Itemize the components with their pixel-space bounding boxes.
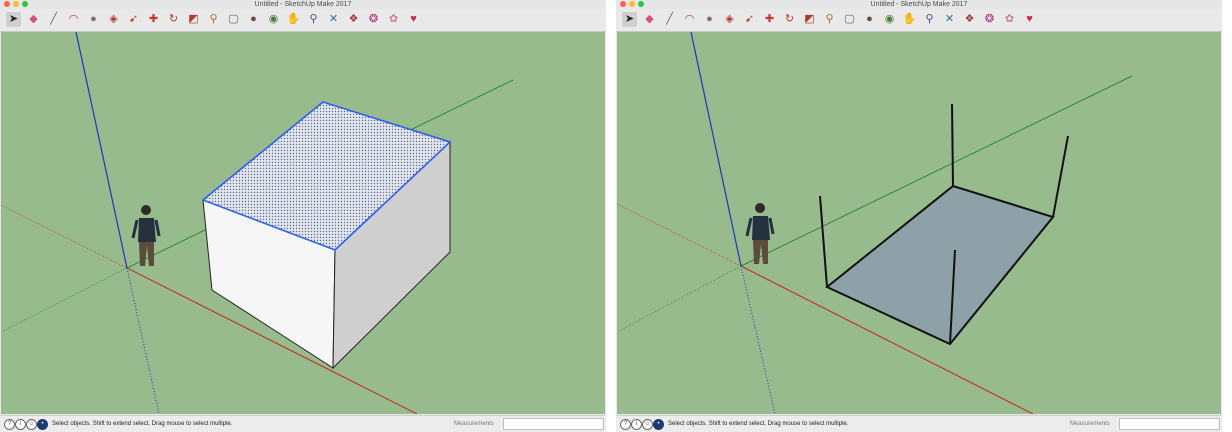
rotate-tool-icon[interactable]: ↻	[782, 12, 797, 27]
follow-me-tool-icon[interactable]: ➹	[126, 12, 141, 27]
text-tool-icon[interactable]: ▢	[226, 12, 241, 27]
geolocation-icon[interactable]: ?	[4, 419, 15, 430]
zoom-extents-tool-icon[interactable]: ✕	[326, 12, 341, 27]
user-icon[interactable]: ☺	[642, 419, 653, 430]
ruby-tool-icon[interactable]: ♥	[406, 12, 421, 27]
blue-axis	[75, 32, 128, 269]
arc-tool-icon[interactable]: ◠	[66, 12, 81, 27]
credits-icon[interactable]: i	[15, 419, 26, 430]
pan-tool-icon[interactable]: ✋	[902, 12, 917, 27]
layout-tool-icon[interactable]: ✿	[386, 12, 401, 27]
pencil-line-tool-icon[interactable]: ╱	[46, 12, 61, 27]
measurements-label: Measurements	[1070, 421, 1110, 427]
title-bar: Untitled - SketchUp Make 2017	[0, 0, 606, 9]
eraser-tool-icon[interactable]: ◆	[26, 12, 41, 27]
warehouse-tool-icon[interactable]: ❖	[962, 12, 977, 27]
paint-bucket-tool-icon[interactable]: ●	[246, 12, 261, 27]
red-axis-dotted	[1, 204, 128, 269]
window-title: Untitled - SketchUp Make 2017	[254, 1, 352, 8]
scene-drawing	[1, 32, 514, 414]
blue-axis-dotted	[740, 265, 776, 414]
toolbar: ➤ ◆ ╱ ◠ ● ◈ ➹ ✚ ↻ ◩ ⚲ ▢ ● ◉ ✋ ⚲ ✕ ❖ ❂ ✿ ♥	[0, 9, 606, 32]
orbit-tool-icon[interactable]: ◉	[266, 12, 281, 27]
arc-tool-icon[interactable]: ◠	[682, 12, 697, 27]
follow-me-tool-icon[interactable]: ➹	[742, 12, 757, 27]
model-viewport[interactable]	[1, 32, 605, 414]
tape-measure-tool-icon[interactable]: ⚲	[822, 12, 837, 27]
red-axis-dotted	[617, 203, 742, 267]
human-figure	[131, 205, 161, 266]
status-message: Select objects. Shift to extend select. …	[668, 421, 849, 427]
layout-tool-icon[interactable]: ✿	[1002, 12, 1017, 27]
vertical-edge-right[interactable]	[1052, 135, 1069, 218]
sketchup-window-right: Untitled - SketchUp Make 2017 ➤ ◆ ╱ ◠ ● ◈ ➹ ✚ ↻ ◩…	[616, 0, 1222, 432]
base-face[interactable]	[825, 184, 1055, 346]
green-axis-dotted	[617, 265, 742, 333]
move-tool-icon[interactable]: ✚	[146, 12, 161, 27]
credits-icon[interactable]: i	[631, 419, 642, 430]
geolocation-icon[interactable]: ?	[620, 419, 631, 430]
sketchup-window-left: Untitled - SketchUp Make 2017 ➤ ◆ ╱ ◠ ● ◈ ➹ ✚ ↻ ◩…	[0, 0, 606, 432]
move-tool-icon[interactable]: ✚	[762, 12, 777, 27]
shapes-tool-icon[interactable]: ●	[702, 12, 717, 27]
toolbar: ➤ ◆ ╱ ◠ ● ◈ ➹ ✚ ↻ ◩ ⚲ ▢ ● ◉ ✋ ⚲ ✕ ❖ ❂ ✿ ♥	[616, 9, 1222, 32]
tape-measure-tool-icon[interactable]: ⚲	[206, 12, 221, 27]
paint-bucket-tool-icon[interactable]: ●	[862, 12, 877, 27]
push-pull-tool-icon[interactable]: ◈	[722, 12, 737, 27]
scale-tool-icon[interactable]: ◩	[802, 12, 817, 27]
blue-axis-dotted	[126, 267, 160, 414]
scale-tool-icon[interactable]: ◩	[186, 12, 201, 27]
status-bar: Select objects. Shift to extend select. …	[616, 415, 1222, 432]
model-viewport[interactable]	[617, 32, 1221, 414]
warehouse-tool-icon[interactable]: ❖	[346, 12, 361, 27]
eraser-tool-icon[interactable]: ◆	[642, 12, 657, 27]
scene-drawing	[617, 32, 1133, 414]
vertical-edge-back[interactable]	[951, 103, 954, 187]
orbit-tool-icon[interactable]: ◉	[882, 12, 897, 27]
pencil-line-tool-icon[interactable]: ╱	[662, 12, 677, 27]
blue-axis	[690, 32, 742, 267]
extension-warehouse-tool-icon[interactable]: ❂	[982, 12, 997, 27]
sketchup-info-icon[interactable]: •	[653, 419, 664, 430]
ruby-tool-icon[interactable]: ♥	[1022, 12, 1037, 27]
zoom-tool-icon[interactable]: ⚲	[306, 12, 321, 27]
measurements-label: Measurements	[454, 421, 494, 427]
extension-warehouse-tool-icon[interactable]: ❂	[366, 12, 381, 27]
zoom-extents-tool-icon[interactable]: ✕	[942, 12, 957, 27]
green-axis-dotted	[1, 267, 128, 333]
user-icon[interactable]: ☺	[26, 419, 37, 430]
base-rectangle-model[interactable]	[819, 103, 1069, 346]
status-message: Select objects. Shift to extend select. …	[52, 421, 233, 427]
window-title: Untitled - SketchUp Make 2017	[870, 1, 968, 8]
push-pull-tool-icon[interactable]: ◈	[106, 12, 121, 27]
measurements-input[interactable]	[1119, 418, 1220, 430]
human-figure	[745, 203, 775, 264]
sketchup-info-icon[interactable]: •	[37, 419, 48, 430]
rotate-tool-icon[interactable]: ↻	[166, 12, 181, 27]
zoom-tool-icon[interactable]: ⚲	[922, 12, 937, 27]
pan-tool-icon[interactable]: ✋	[286, 12, 301, 27]
measurements-input[interactable]	[503, 418, 604, 430]
text-tool-icon[interactable]: ▢	[842, 12, 857, 27]
shapes-tool-icon[interactable]: ●	[86, 12, 101, 27]
select-tool-icon[interactable]: ➤	[6, 12, 21, 27]
status-bar: Select objects. Shift to extend select. …	[0, 415, 606, 432]
title-bar: Untitled - SketchUp Make 2017	[616, 0, 1222, 9]
vertical-edge-left[interactable]	[819, 195, 828, 288]
box-model[interactable]	[201, 101, 452, 370]
select-tool-icon[interactable]: ➤	[622, 12, 637, 27]
